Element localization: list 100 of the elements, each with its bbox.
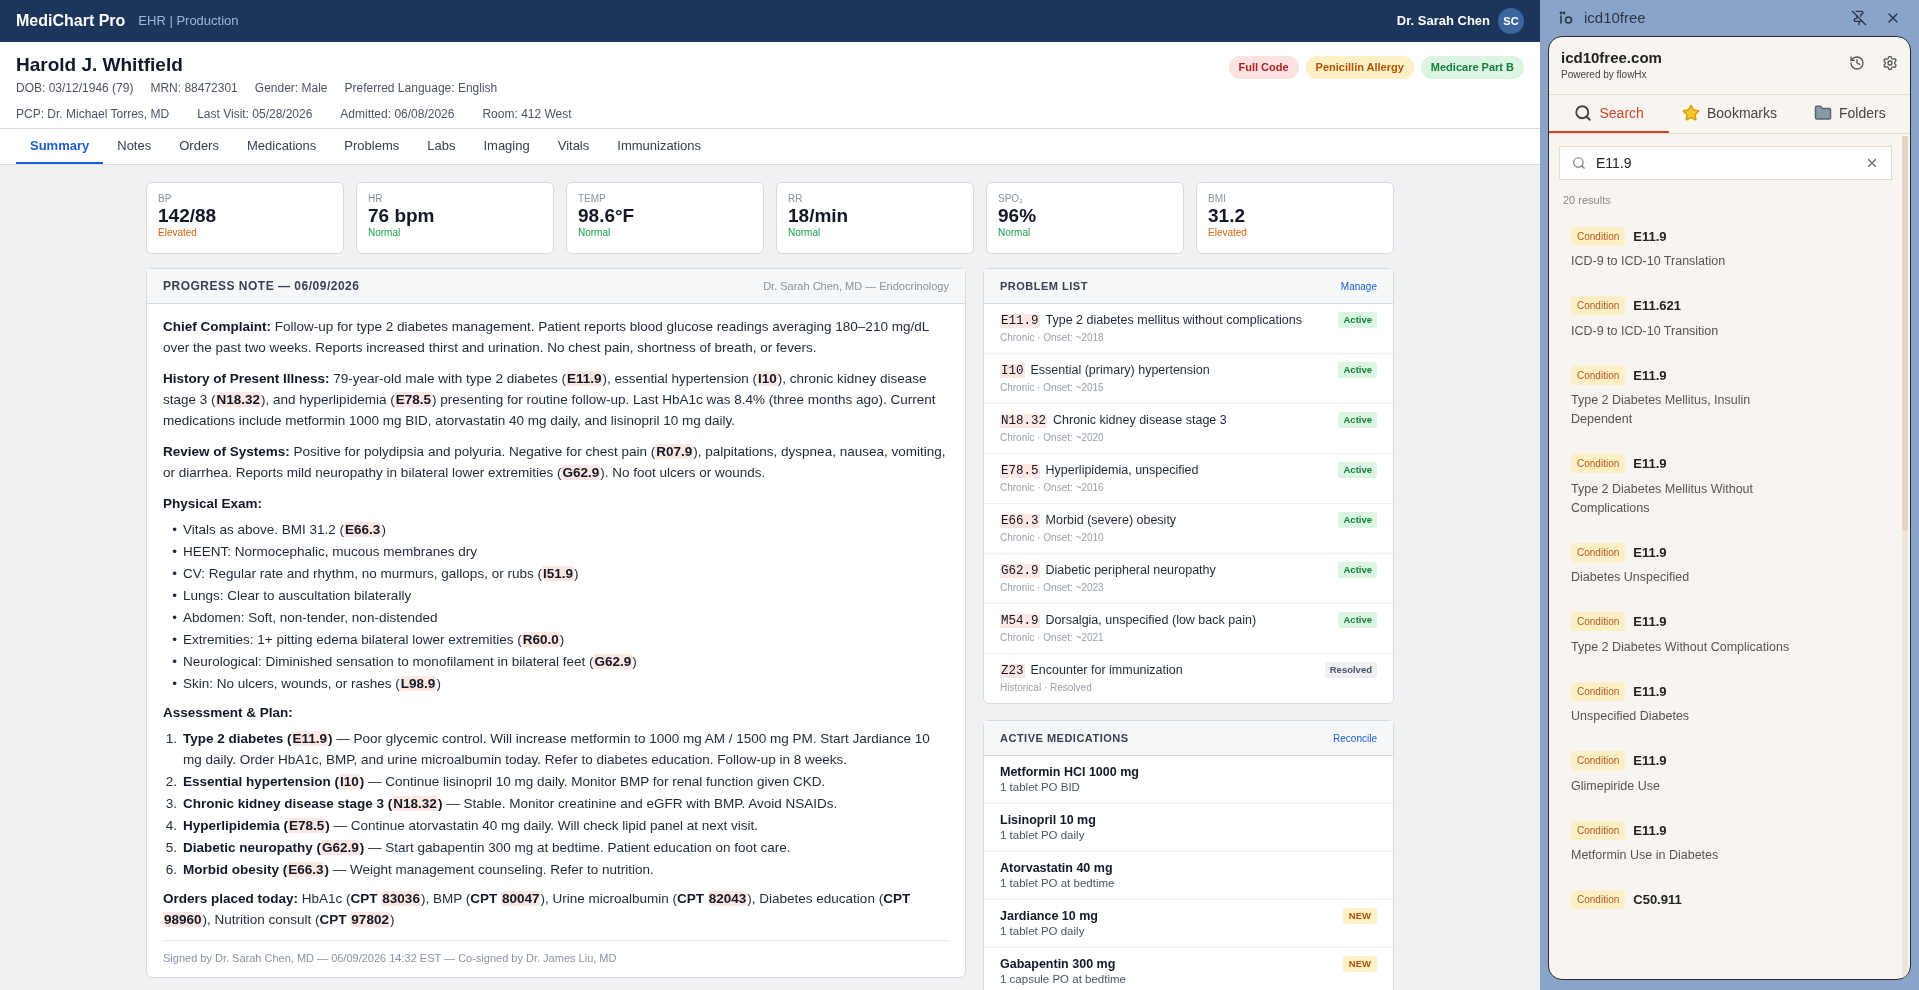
new-tag: NEW <box>1342 908 1377 925</box>
nav-tab[interactable]: Imaging <box>469 129 544 164</box>
clear-icon[interactable] <box>1865 156 1879 170</box>
medication-name: Jardiance 10 mg <box>1000 908 1099 924</box>
problem-row[interactable]: E66.3 Morbid (severe) obesity Chronic · Onset: ~2010 Active <box>984 504 1393 554</box>
folder-icon <box>1813 104 1832 122</box>
vital-status: Normal <box>578 227 612 239</box>
nav-tab[interactable]: Summary <box>16 129 104 164</box>
nav-tab[interactable]: Labs <box>413 129 470 164</box>
nav-tab[interactable]: Immunizations <box>603 129 716 164</box>
medication-row[interactable]: Atorvastatin 40 mg 1 tablet PO at bedtime <box>984 852 1393 900</box>
nav-tab[interactable]: Vitals <box>543 129 604 164</box>
medication-name: Lisinopril 10 mg <box>1000 812 1097 828</box>
medication-row[interactable]: Metformin HCl 1000 mg 1 tablet PO BID <box>984 756 1393 804</box>
nav-tab[interactable]: Orders <box>165 129 233 164</box>
problem-row[interactable]: E78.5 Hyperlipidemia, unspecified Chronic · Onset: ~2016 Active <box>984 454 1393 504</box>
problem-detail: Chronic · Onset: ~2023 <box>1000 581 1105 595</box>
reconcile-link[interactable]: Reconcile <box>1333 730 1377 746</box>
result-item[interactable]: Condition E11.9 Glimepiride Use <box>1559 743 1892 813</box>
type-tag: Condition <box>1571 681 1626 701</box>
manage-link[interactable]: Manage <box>1340 278 1377 294</box>
result-item[interactable]: Condition E11.9 Type 2 Diabetes Mellitus Without Complications <box>1559 446 1892 535</box>
vital-label: SPO₂ <box>998 193 1024 205</box>
problem-row[interactable]: I10 Essential (primary) hypertension Chronic · Onset: ~2015 Active <box>984 354 1393 404</box>
status-tag: Active <box>1338 512 1377 529</box>
unpin-icon[interactable] <box>1851 10 1867 26</box>
nav-tab[interactable]: Notes <box>103 129 166 164</box>
list-item: • Extremities: 1+ pitting edema bilateral lower extremities (R60.0) <box>171 631 566 649</box>
result-description: Type 2 Diabetes Mellitus Without Complications <box>1571 480 1755 517</box>
list-item: • Abdomen: Soft, non-tender, non-distended <box>171 609 439 627</box>
medication-dose: 1 tablet PO daily <box>1000 828 1086 843</box>
vital-label: RR <box>788 193 804 205</box>
patient-detail: Admitted: 06/08/2026 <box>340 106 455 123</box>
result-code: E11.9 <box>1633 366 1667 385</box>
search-input[interactable]: E11.9 <box>1596 152 1865 174</box>
list-item: 2. Essential hypertension (I10) — Continue lisinopril 10 mg daily. Monitor BMP for renal function given CKD. <box>164 773 827 791</box>
status-tag: Active <box>1338 412 1377 429</box>
panel-tab[interactable]: Bookmarks <box>1669 95 1790 133</box>
scrollbar[interactable] <box>1902 136 1908 979</box>
list-item: • Skin: No ulcers, wounds, or rashes (L98.9) <box>171 675 442 693</box>
note-author: Dr. Sarah Chen, MD — Endocrinology <box>763 278 949 294</box>
patient-name: Harold J. Whitfield <box>16 54 184 76</box>
type-tag: Condition <box>1571 612 1626 632</box>
result-code: E11.9 <box>1633 821 1667 840</box>
problem-detail: Chronic · Onset: ~2015 <box>1000 381 1105 395</box>
nav-tab[interactable]: Medications <box>232 129 331 164</box>
result-item[interactable]: Condition C50.911 <box>1559 882 1892 927</box>
result-item[interactable]: Condition E11.9 Diabetes Unspecified <box>1559 534 1892 604</box>
problem-title: E66.3 Morbid (severe) obesity <box>1000 512 1178 530</box>
result-item[interactable]: Condition E11.9 Metformin Use in Diabetes <box>1559 812 1892 882</box>
problem-row[interactable]: N18.32 Chronic kidney disease stage 3 Chronic · Onset: ~2020 Active <box>984 404 1393 454</box>
medication-dose: 1 tablet PO daily <box>1000 924 1086 939</box>
settings-icon[interactable] <box>1882 55 1898 71</box>
card-title: PROGRESS NOTE — 06/09/2026 <box>163 278 360 295</box>
powered-by: Powered by flowHx <box>1561 68 1648 82</box>
note-paragraph: Review of Systems: Positive for polydipsia and polyuria. Negative for chest pain (R07.9), palpitations, dyspnea, nausea, vomiting, or diarrhea. Reports mild neuropathy in bilateral lower extremities (G62.9). No foot ulcers or wounds. <box>163 443 947 482</box>
result-item[interactable]: Condition E11.621 ICD-9 to ICD-10 Transition <box>1559 288 1892 358</box>
medication-row[interactable]: Gabapentin 300 mg 1 capsule PO at bedtime NEW <box>984 948 1393 990</box>
vital-status: Normal <box>788 227 822 239</box>
history-icon[interactable] <box>1849 55 1865 71</box>
patient-detail: Preferred Language: English <box>344 80 498 97</box>
result-item[interactable]: Condition E11.9 ICD-9 to ICD-10 Translation <box>1559 218 1892 288</box>
list-item: • Lungs: Clear to auscultation bilaterally <box>171 587 413 605</box>
type-tag: Condition <box>1571 542 1626 562</box>
nav-tab[interactable]: Problems <box>330 129 414 164</box>
patient-detail: Last Visit: 05/28/2026 <box>197 106 313 123</box>
vital-status: Elevated <box>1208 227 1248 239</box>
search-field[interactable]: E11.9 <box>1559 146 1892 180</box>
panel-tab[interactable]: Search <box>1549 95 1670 133</box>
problem-row[interactable]: E11.9 Type 2 diabetes mellitus without complications Chronic · Onset: ~2018 Active <box>984 304 1393 354</box>
problem-detail: Chronic · Onset: ~2020 <box>1000 431 1105 445</box>
medication-row[interactable]: Lisinopril 10 mg 1 tablet PO daily <box>984 804 1393 852</box>
site-name: icd10free.com <box>1561 49 1662 67</box>
problem-row[interactable]: G62.9 Diabetic peripheral neuropathy Chronic · Onset: ~2023 Active <box>984 554 1393 604</box>
medication-row[interactable]: Jardiance 10 mg 1 tablet PO daily NEW <box>984 900 1393 948</box>
type-tag: Condition <box>1571 296 1626 316</box>
result-code: E11.9 <box>1633 682 1667 701</box>
vital-value: 142/88 <box>158 205 218 227</box>
result-code: E11.621 <box>1633 297 1681 315</box>
problem-title: E11.9 Type 2 diabetes mellitus without complications <box>1000 312 1303 330</box>
result-code: E11.9 <box>1633 613 1667 631</box>
result-item[interactable]: Condition E11.9 Type 2 Diabetes Mellitus, Insulin Dependent <box>1559 357 1892 446</box>
note-paragraph: Orders placed today: HbA1c (CPT 83036), BMP (CPT 80047), Urine microalbumin (CPT 82043), Diabetes education (CPT 98960), Nutrition consult (CPT 97802) <box>163 890 912 929</box>
status-tag: Active <box>1338 362 1377 379</box>
status-tag: Resolved <box>1324 662 1377 679</box>
user-avatar[interactable]: SC <box>1498 8 1524 34</box>
problem-detail: Chronic · Onset: ~2021 <box>1000 631 1105 645</box>
result-description: Unspecified Diabetes <box>1571 708 1691 725</box>
environment-label: EHR | Production <box>138 12 239 31</box>
result-item[interactable]: Condition E11.9 Type 2 Diabetes Without Complications <box>1559 604 1892 674</box>
vital-label: BMI <box>1208 193 1227 205</box>
status-tag: Active <box>1338 312 1377 329</box>
problem-row[interactable]: M54.9 Dorsalgia, unspecified (low back pain) Chronic · Onset: ~2021 Active <box>984 604 1393 654</box>
problem-row[interactable]: Z23 Encounter for immunization Historical · Resolved Resolved <box>984 654 1393 703</box>
problem-detail: Chronic · Onset: ~2010 <box>1000 531 1105 545</box>
result-item[interactable]: Condition E11.9 Unspecified Diabetes <box>1559 673 1892 743</box>
panel-tab[interactable]: Folders <box>1789 95 1910 133</box>
problem-title: G62.9 Diabetic peripheral neuropathy <box>1000 562 1217 580</box>
vital-value: 31.2 <box>1208 205 1246 227</box>
star-icon <box>1681 104 1700 122</box>
